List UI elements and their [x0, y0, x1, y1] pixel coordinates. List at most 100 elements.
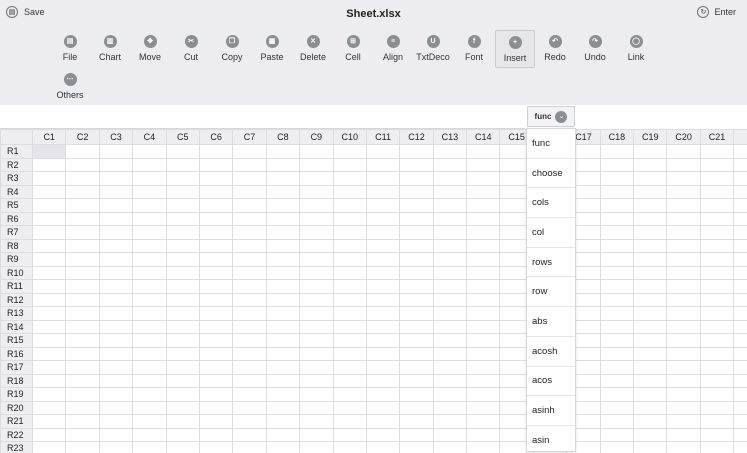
tool-chart-button[interactable]: ▥ Chart: [90, 30, 130, 68]
grid-cell[interactable]: [98, 144, 134, 159]
grid-cell[interactable]: [65, 157, 100, 172]
grid-cell[interactable]: [299, 306, 334, 321]
tool-file-button[interactable]: ▤ File: [50, 30, 90, 68]
grid-cell[interactable]: [198, 144, 234, 159]
grid-cell[interactable]: [633, 171, 668, 186]
grid-cell[interactable]: [265, 198, 301, 213]
grid-cell[interactable]: [299, 292, 334, 307]
grid-cell[interactable]: [332, 279, 367, 294]
row-header[interactable]: R21: [0, 414, 33, 429]
grid-cell[interactable]: [599, 252, 635, 267]
grid-cell[interactable]: [98, 427, 134, 442]
grid-cell[interactable]: [599, 211, 635, 226]
grid-cell[interactable]: [432, 198, 468, 213]
grid-cell[interactable]: [198, 171, 234, 186]
grid-cell[interactable]: [165, 265, 200, 280]
grid-cell[interactable]: [165, 171, 200, 186]
func-option[interactable]: rows: [527, 248, 575, 278]
grid-cell[interactable]: [265, 387, 301, 402]
grid-cell[interactable]: [399, 211, 434, 226]
grid-cell[interactable]: [399, 360, 434, 375]
grid-cell[interactable]: [599, 171, 635, 186]
grid-cell[interactable]: [466, 319, 501, 334]
grid-cell[interactable]: [633, 252, 668, 267]
grid-cell[interactable]: [466, 441, 501, 453]
grid-cell[interactable]: [132, 360, 167, 375]
grid-cell[interactable]: [399, 319, 434, 334]
row-header[interactable]: R4: [0, 184, 33, 199]
grid-cell[interactable]: [633, 157, 668, 172]
grid-cell[interactable]: [666, 441, 701, 453]
grid-cell[interactable]: [232, 360, 267, 375]
row-header[interactable]: R1: [0, 144, 33, 159]
grid-cell[interactable]: [165, 414, 200, 429]
grid-cell[interactable]: [31, 279, 67, 294]
grid-cell[interactable]: [165, 211, 200, 226]
grid-cell[interactable]: [633, 333, 668, 348]
column-header[interactable]: C12: [399, 129, 434, 145]
grid-cell[interactable]: [332, 427, 367, 442]
grid-cell[interactable]: [299, 360, 334, 375]
grid-cell[interactable]: [232, 400, 267, 415]
func-option[interactable]: col: [527, 218, 575, 248]
grid-cell[interactable]: [31, 225, 67, 240]
column-header[interactable]: C: [733, 129, 747, 145]
grid-cell[interactable]: [432, 306, 468, 321]
grid-cell[interactable]: [432, 441, 468, 453]
grid-cell[interactable]: [432, 427, 468, 442]
grid-cell[interactable]: [733, 373, 747, 388]
grid-cell[interactable]: [132, 333, 167, 348]
column-header[interactable]: C13: [432, 129, 468, 145]
grid-cell[interactable]: [699, 400, 735, 415]
grid-cell[interactable]: [466, 279, 501, 294]
grid-cell[interactable]: [365, 238, 401, 253]
grid-cell[interactable]: [733, 225, 747, 240]
grid-cell[interactable]: [699, 346, 735, 361]
grid-cell[interactable]: [633, 346, 668, 361]
grid-cell[interactable]: [132, 198, 167, 213]
grid-cell[interactable]: [432, 292, 468, 307]
grid-cell[interactable]: [633, 387, 668, 402]
grid-cell[interactable]: [399, 157, 434, 172]
grid-cell[interactable]: [65, 198, 100, 213]
grid-cell[interactable]: [365, 346, 401, 361]
grid-cell[interactable]: [299, 400, 334, 415]
grid-cell[interactable]: [365, 198, 401, 213]
grid-cell[interactable]: [733, 360, 747, 375]
row-header[interactable]: R13: [0, 306, 33, 321]
grid-cell[interactable]: [399, 265, 434, 280]
grid-cell[interactable]: [332, 265, 367, 280]
func-option[interactable]: choose: [527, 159, 575, 189]
grid-cell[interactable]: [232, 157, 267, 172]
grid-cell[interactable]: [265, 292, 301, 307]
row-header[interactable]: R11: [0, 279, 33, 294]
grid-cell[interactable]: [666, 171, 701, 186]
grid-cell[interactable]: [599, 319, 635, 334]
grid-cell[interactable]: [399, 198, 434, 213]
grid-cell[interactable]: [65, 144, 100, 159]
tool-cell-button[interactable]: ⊞ Cell: [333, 30, 373, 68]
grid-cell[interactable]: [299, 238, 334, 253]
grid-cell[interactable]: [399, 441, 434, 453]
grid-cell[interactable]: [31, 427, 67, 442]
grid-cell[interactable]: [699, 238, 735, 253]
grid-cell[interactable]: [699, 184, 735, 199]
grid-cell[interactable]: [232, 441, 267, 453]
grid-cell[interactable]: [165, 387, 200, 402]
row-header[interactable]: R18: [0, 373, 33, 388]
grid-cell[interactable]: [265, 360, 301, 375]
grid-cell[interactable]: [733, 279, 747, 294]
grid-cell[interactable]: [365, 306, 401, 321]
grid-cell[interactable]: [399, 184, 434, 199]
grid-cell[interactable]: [132, 144, 167, 159]
grid-cell[interactable]: [365, 400, 401, 415]
grid-cell[interactable]: [699, 292, 735, 307]
grid-cell[interactable]: [232, 292, 267, 307]
grid-cell[interactable]: [232, 333, 267, 348]
grid-cell[interactable]: [733, 252, 747, 267]
grid-cell[interactable]: [299, 333, 334, 348]
grid-cell[interactable]: [98, 157, 134, 172]
grid-cell[interactable]: [98, 373, 134, 388]
row-header[interactable]: R20: [0, 400, 33, 415]
grid-cell[interactable]: [699, 198, 735, 213]
